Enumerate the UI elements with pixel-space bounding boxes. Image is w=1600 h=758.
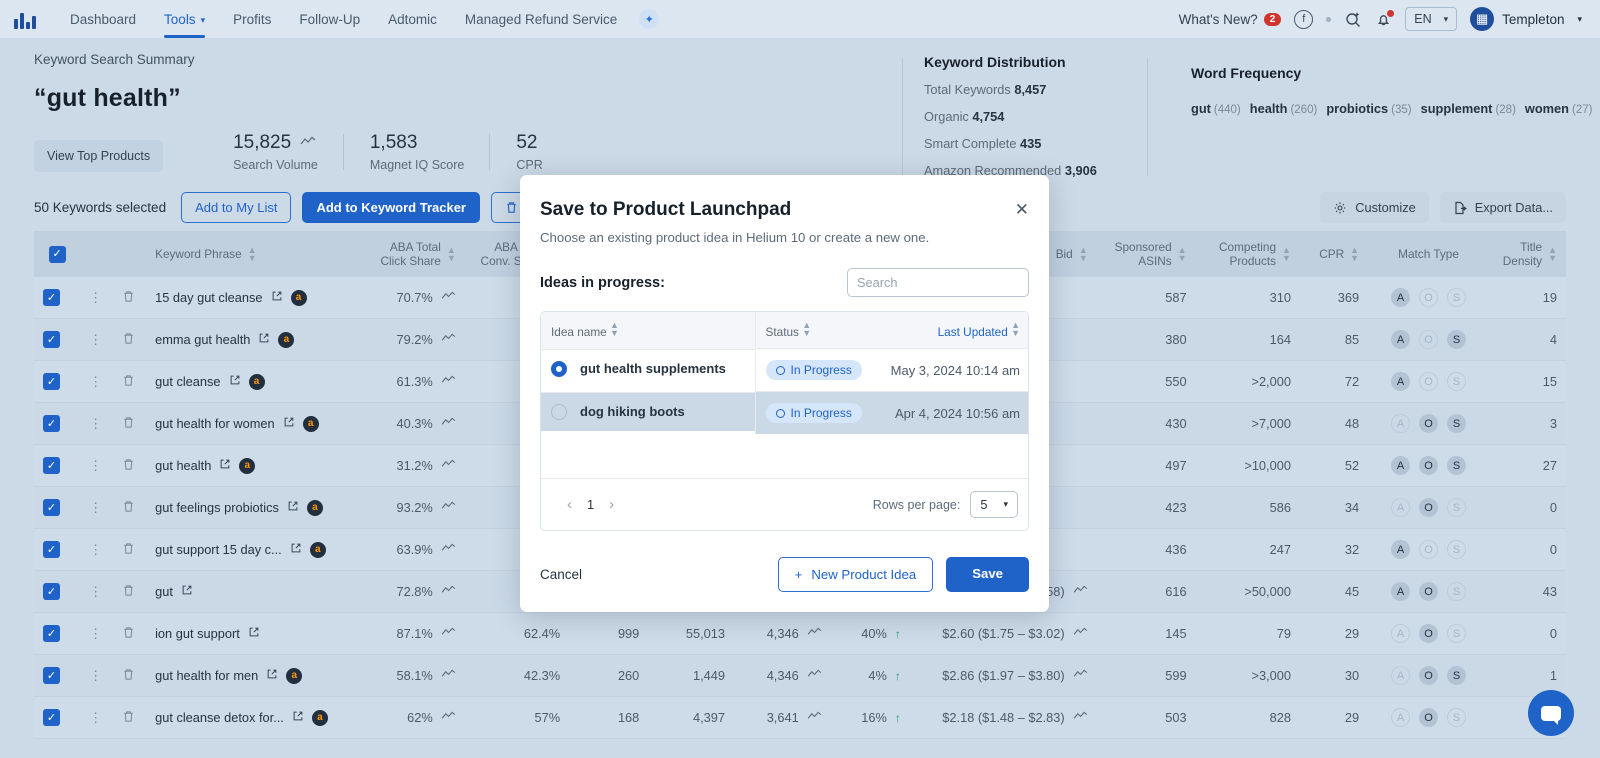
status-ring-icon [776, 409, 785, 418]
idea-name-cell: dog hiking boots [541, 392, 755, 431]
close-icon[interactable]: ✕ [1015, 201, 1029, 218]
ideas-table-body: gut health supplements In Progress May 3, … [541, 349, 1029, 435]
idea-updated-value: Apr 4, 2024 10:56 am [895, 406, 1020, 421]
dialog-footer: Cancel + New Product Idea Save [540, 557, 1029, 592]
idea-row[interactable]: gut health supplements In Progress May 3, … [541, 349, 1029, 392]
rows-per-page-label: Rows per page: [873, 498, 961, 512]
chat-bubble-icon[interactable] [1528, 690, 1574, 736]
rows-per-page-select[interactable]: 5 ▾ [970, 491, 1018, 518]
sort-icon[interactable]: ▲▼ [610, 321, 619, 337]
idea-status-cell: In Progress [755, 349, 880, 392]
new-product-idea-button[interactable]: + New Product Idea [778, 557, 934, 592]
ideas-column-label: Idea name [551, 325, 607, 339]
ideas-column-header-idea-name[interactable]: Idea name ▲▼ [541, 312, 755, 349]
dialog-title: Save to Product Launchpad [540, 199, 1029, 221]
new-product-idea-label: New Product Idea [811, 567, 916, 582]
idea-name: gut health supplements [580, 361, 726, 376]
ideas-table-container: Idea name ▲▼Status ▲▼Last Updated ▲▼ gut… [540, 311, 1029, 531]
dialog-subtitle: Choose an existing product idea in Heliu… [540, 230, 1029, 245]
rows-per-page-value: 5 [980, 497, 987, 512]
status-badge: In Progress [766, 403, 862, 423]
idea-updated-cell: Apr 4, 2024 10:56 am [880, 392, 1029, 435]
sort-icon[interactable]: ▲▼ [802, 321, 811, 337]
ideas-column-label: Last Updated [938, 325, 1008, 339]
idea-row[interactable]: dog hiking boots In Progress Apr 4, 2024 1… [541, 392, 1029, 435]
idea-updated-value: May 3, 2024 10:14 am [891, 363, 1020, 378]
page-number[interactable]: 1 [587, 497, 594, 512]
ideas-in-progress-label: Ideas in progress: [540, 275, 665, 291]
status-label: In Progress [791, 406, 852, 420]
status-badge: In Progress [766, 360, 862, 380]
ideas-column-label: Status [766, 325, 799, 339]
idea-name: dog hiking boots [580, 404, 685, 419]
idea-status-cell: In Progress [755, 392, 880, 435]
ideas-column-header-status[interactable]: Status ▲▼ [755, 312, 880, 349]
ideas-column-header-last-updated[interactable]: Last Updated ▲▼ [880, 312, 1029, 349]
plus-icon: + [795, 567, 803, 582]
idea-radio[interactable] [551, 404, 567, 420]
ideas-table-header: Idea name ▲▼Status ▲▼Last Updated ▲▼ [541, 312, 1029, 349]
modal-overlay: Save to Product Launchpad Choose an exis… [0, 0, 1600, 758]
cancel-button[interactable]: Cancel [540, 567, 582, 582]
save-button[interactable]: Save [946, 557, 1029, 592]
idea-name-cell: gut health supplements [541, 349, 755, 388]
save-to-product-launchpad-dialog: Save to Product Launchpad Choose an exis… [520, 175, 1049, 612]
chevron-down-icon: ▾ [1003, 499, 1008, 510]
search-input[interactable] [857, 275, 1022, 290]
status-ring-icon [776, 366, 785, 375]
pagination-bar: ‹ 1 › Rows per page: 5 ▾ [541, 478, 1028, 530]
idea-updated-cell: May 3, 2024 10:14 am [880, 349, 1029, 392]
status-label: In Progress [791, 363, 852, 377]
idea-radio[interactable] [551, 361, 567, 377]
search-box[interactable] [847, 268, 1029, 297]
chevron-left-icon[interactable]: ‹ [567, 496, 572, 513]
sort-icon[interactable]: ▲▼ [1011, 321, 1020, 337]
ideas-table: Idea name ▲▼Status ▲▼Last Updated ▲▼ gut… [541, 312, 1029, 434]
chevron-right-icon[interactable]: › [609, 496, 614, 513]
